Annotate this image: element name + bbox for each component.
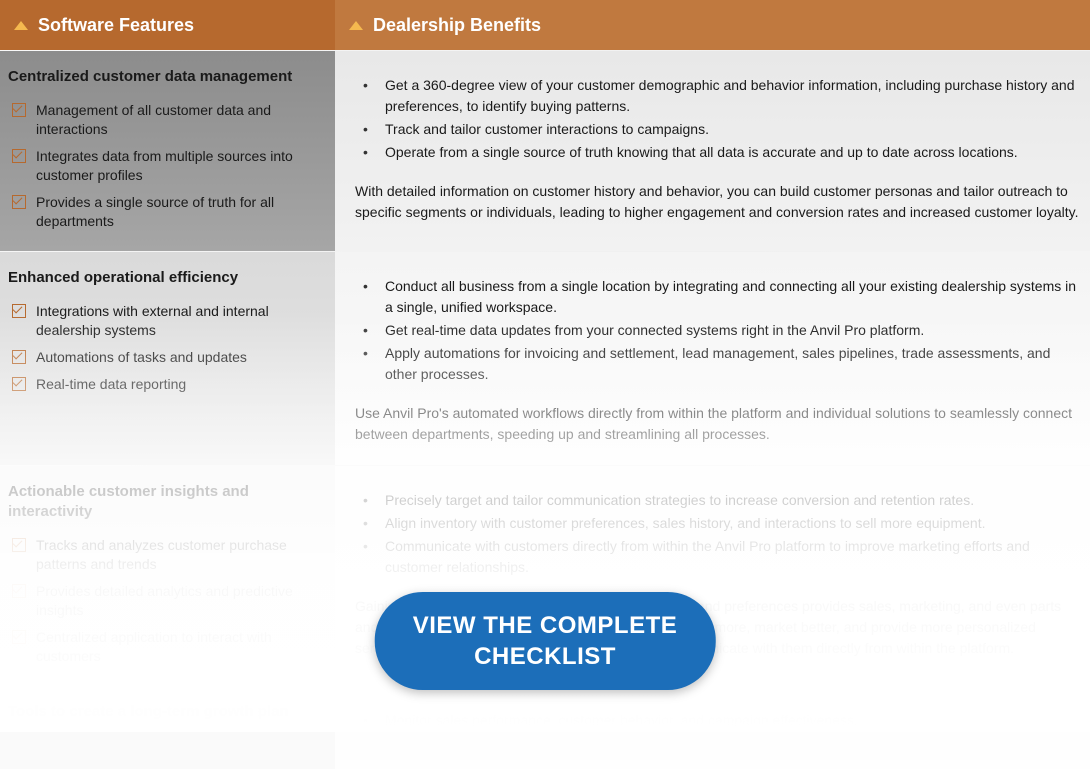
list-item: Precisely target and tailor communicatio…: [355, 490, 1082, 511]
header-software-features: Software Features: [0, 0, 335, 50]
check-icon: [12, 195, 26, 209]
benefit-summary: With detailed information on customer hi…: [355, 181, 1082, 223]
benefit-text: Track and tailor customer interactions t…: [385, 121, 709, 137]
feature-list: Tracks and analyzes customer purchase pa…: [8, 536, 321, 665]
header-left-label: Software Features: [38, 15, 194, 36]
list-item: Apply automations for invoicing and sett…: [355, 343, 1082, 385]
benefit-text: Conduct all business from a single locat…: [385, 278, 1076, 315]
feature-list: Management of all customer data and inte…: [8, 101, 321, 230]
list-item: Align inventory with customer preference…: [355, 513, 1082, 534]
check-icon: [12, 304, 26, 318]
table-row: Centralized customer data management Man…: [0, 50, 1090, 251]
benefit-text: Apply automations for invoicing and sett…: [385, 345, 1050, 382]
list-item: Track and tailor customer interactions t…: [355, 119, 1082, 140]
benefit-text: Precisely target and tailor communicatio…: [385, 492, 974, 508]
feature-title: Actionable customer insights and interac…: [8, 482, 321, 523]
list-item: Get real-time data updates from your con…: [355, 320, 1082, 341]
list-item: Communicate with customers directly from…: [355, 536, 1082, 578]
triangle-up-icon: [349, 21, 363, 30]
check-icon: [12, 350, 26, 364]
triangle-up-icon: [14, 21, 28, 30]
benefit-summary: Use Anvil Pro's automated workflows dire…: [355, 403, 1082, 445]
list-item: Real-time data reporting: [8, 375, 321, 394]
benefit-list: Monitor sales performance, customer beha…: [355, 710, 1082, 731]
feature-text: Centralized application to interact with…: [36, 628, 321, 666]
list-item: Conduct all business from a single locat…: [355, 276, 1082, 318]
benefit-text: Get real-time data updates from your con…: [385, 322, 924, 338]
feature-text: Provides a single source of truth for al…: [36, 193, 321, 231]
feature-list: Integrations with external and internal …: [8, 302, 321, 394]
feature-text: Automations of tasks and updates: [36, 348, 247, 367]
feature-cell: Centralized customer data management Man…: [0, 51, 335, 251]
feature-text: Real-time data reporting: [36, 375, 186, 394]
check-icon: [12, 377, 26, 391]
list-item: Integrations with external and internal …: [8, 302, 321, 340]
list-item: Get a 360-degree view of your customer d…: [355, 75, 1082, 117]
view-complete-checklist-button[interactable]: VIEW THE COMPLETE CHECKLIST: [375, 592, 716, 690]
benefit-list: Conduct all business from a single locat…: [355, 276, 1082, 385]
benefit-text: Operate from a single source of truth kn…: [385, 144, 1018, 160]
check-icon: [12, 630, 26, 644]
check-icon: [12, 103, 26, 117]
benefit-cell: Conduct all business from a single locat…: [335, 252, 1090, 465]
benefit-text: Monitor sales performance, customer beha…: [385, 712, 858, 728]
feature-text: Provides detailed analytics and predicti…: [36, 582, 321, 620]
list-item: Tracks and analyzes customer purchase pa…: [8, 536, 321, 574]
list-item: Provides a single source of truth for al…: [8, 193, 321, 231]
feature-text: Integrates data from multiple sources in…: [36, 147, 321, 185]
feature-text: Tracks and analyzes customer purchase pa…: [36, 536, 321, 574]
list-item: Management of all customer data and inte…: [8, 101, 321, 139]
benefit-list: Get a 360-degree view of your customer d…: [355, 75, 1082, 163]
feature-title: Centralized customer data management: [8, 67, 321, 87]
list-item: Integrates data from multiple sources in…: [8, 147, 321, 185]
check-icon: [12, 584, 26, 598]
table-row: Enhanced operational efficiency Integrat…: [0, 251, 1090, 465]
list-item: Provides detailed analytics and predicti…: [8, 582, 321, 620]
list-item: Automations of tasks and updates: [8, 348, 321, 367]
list-item: Operate from a single source of truth kn…: [355, 142, 1082, 163]
benefit-text: Get a 360-degree view of your customer d…: [385, 77, 1075, 114]
list-item: Centralized application to interact with…: [8, 628, 321, 666]
check-icon: [12, 538, 26, 552]
benefit-cell: Get a 360-degree view of your customer d…: [335, 51, 1090, 251]
feature-text: Integrations with external and internal …: [36, 302, 321, 340]
benefit-list: Precisely target and tailor communicatio…: [355, 490, 1082, 578]
table-header-row: Software Features Dealership Benefits: [0, 0, 1090, 50]
check-icon: [12, 149, 26, 163]
header-right-label: Dealership Benefits: [373, 15, 541, 36]
feature-text: Management of all customer data and inte…: [36, 101, 321, 139]
feature-cell: Actionable customer insights and interac…: [0, 466, 335, 686]
feature-title: Tools to create a long-term growth plan: [8, 702, 321, 722]
benefit-text: Communicate with customers directly from…: [385, 538, 1030, 575]
list-item: Monitor sales performance, customer beha…: [355, 710, 1082, 731]
table-row: Tools to create a long-term growth plan …: [0, 685, 1090, 769]
header-dealership-benefits: Dealership Benefits: [335, 0, 1090, 50]
feature-cell: Tools to create a long-term growth plan: [0, 686, 335, 769]
feature-title: Enhanced operational efficiency: [8, 268, 321, 288]
feature-cell: Enhanced operational efficiency Integrat…: [0, 252, 335, 465]
benefit-text: Align inventory with customer preference…: [385, 515, 985, 531]
benefit-cell: Monitor sales performance, customer beha…: [335, 686, 1090, 769]
